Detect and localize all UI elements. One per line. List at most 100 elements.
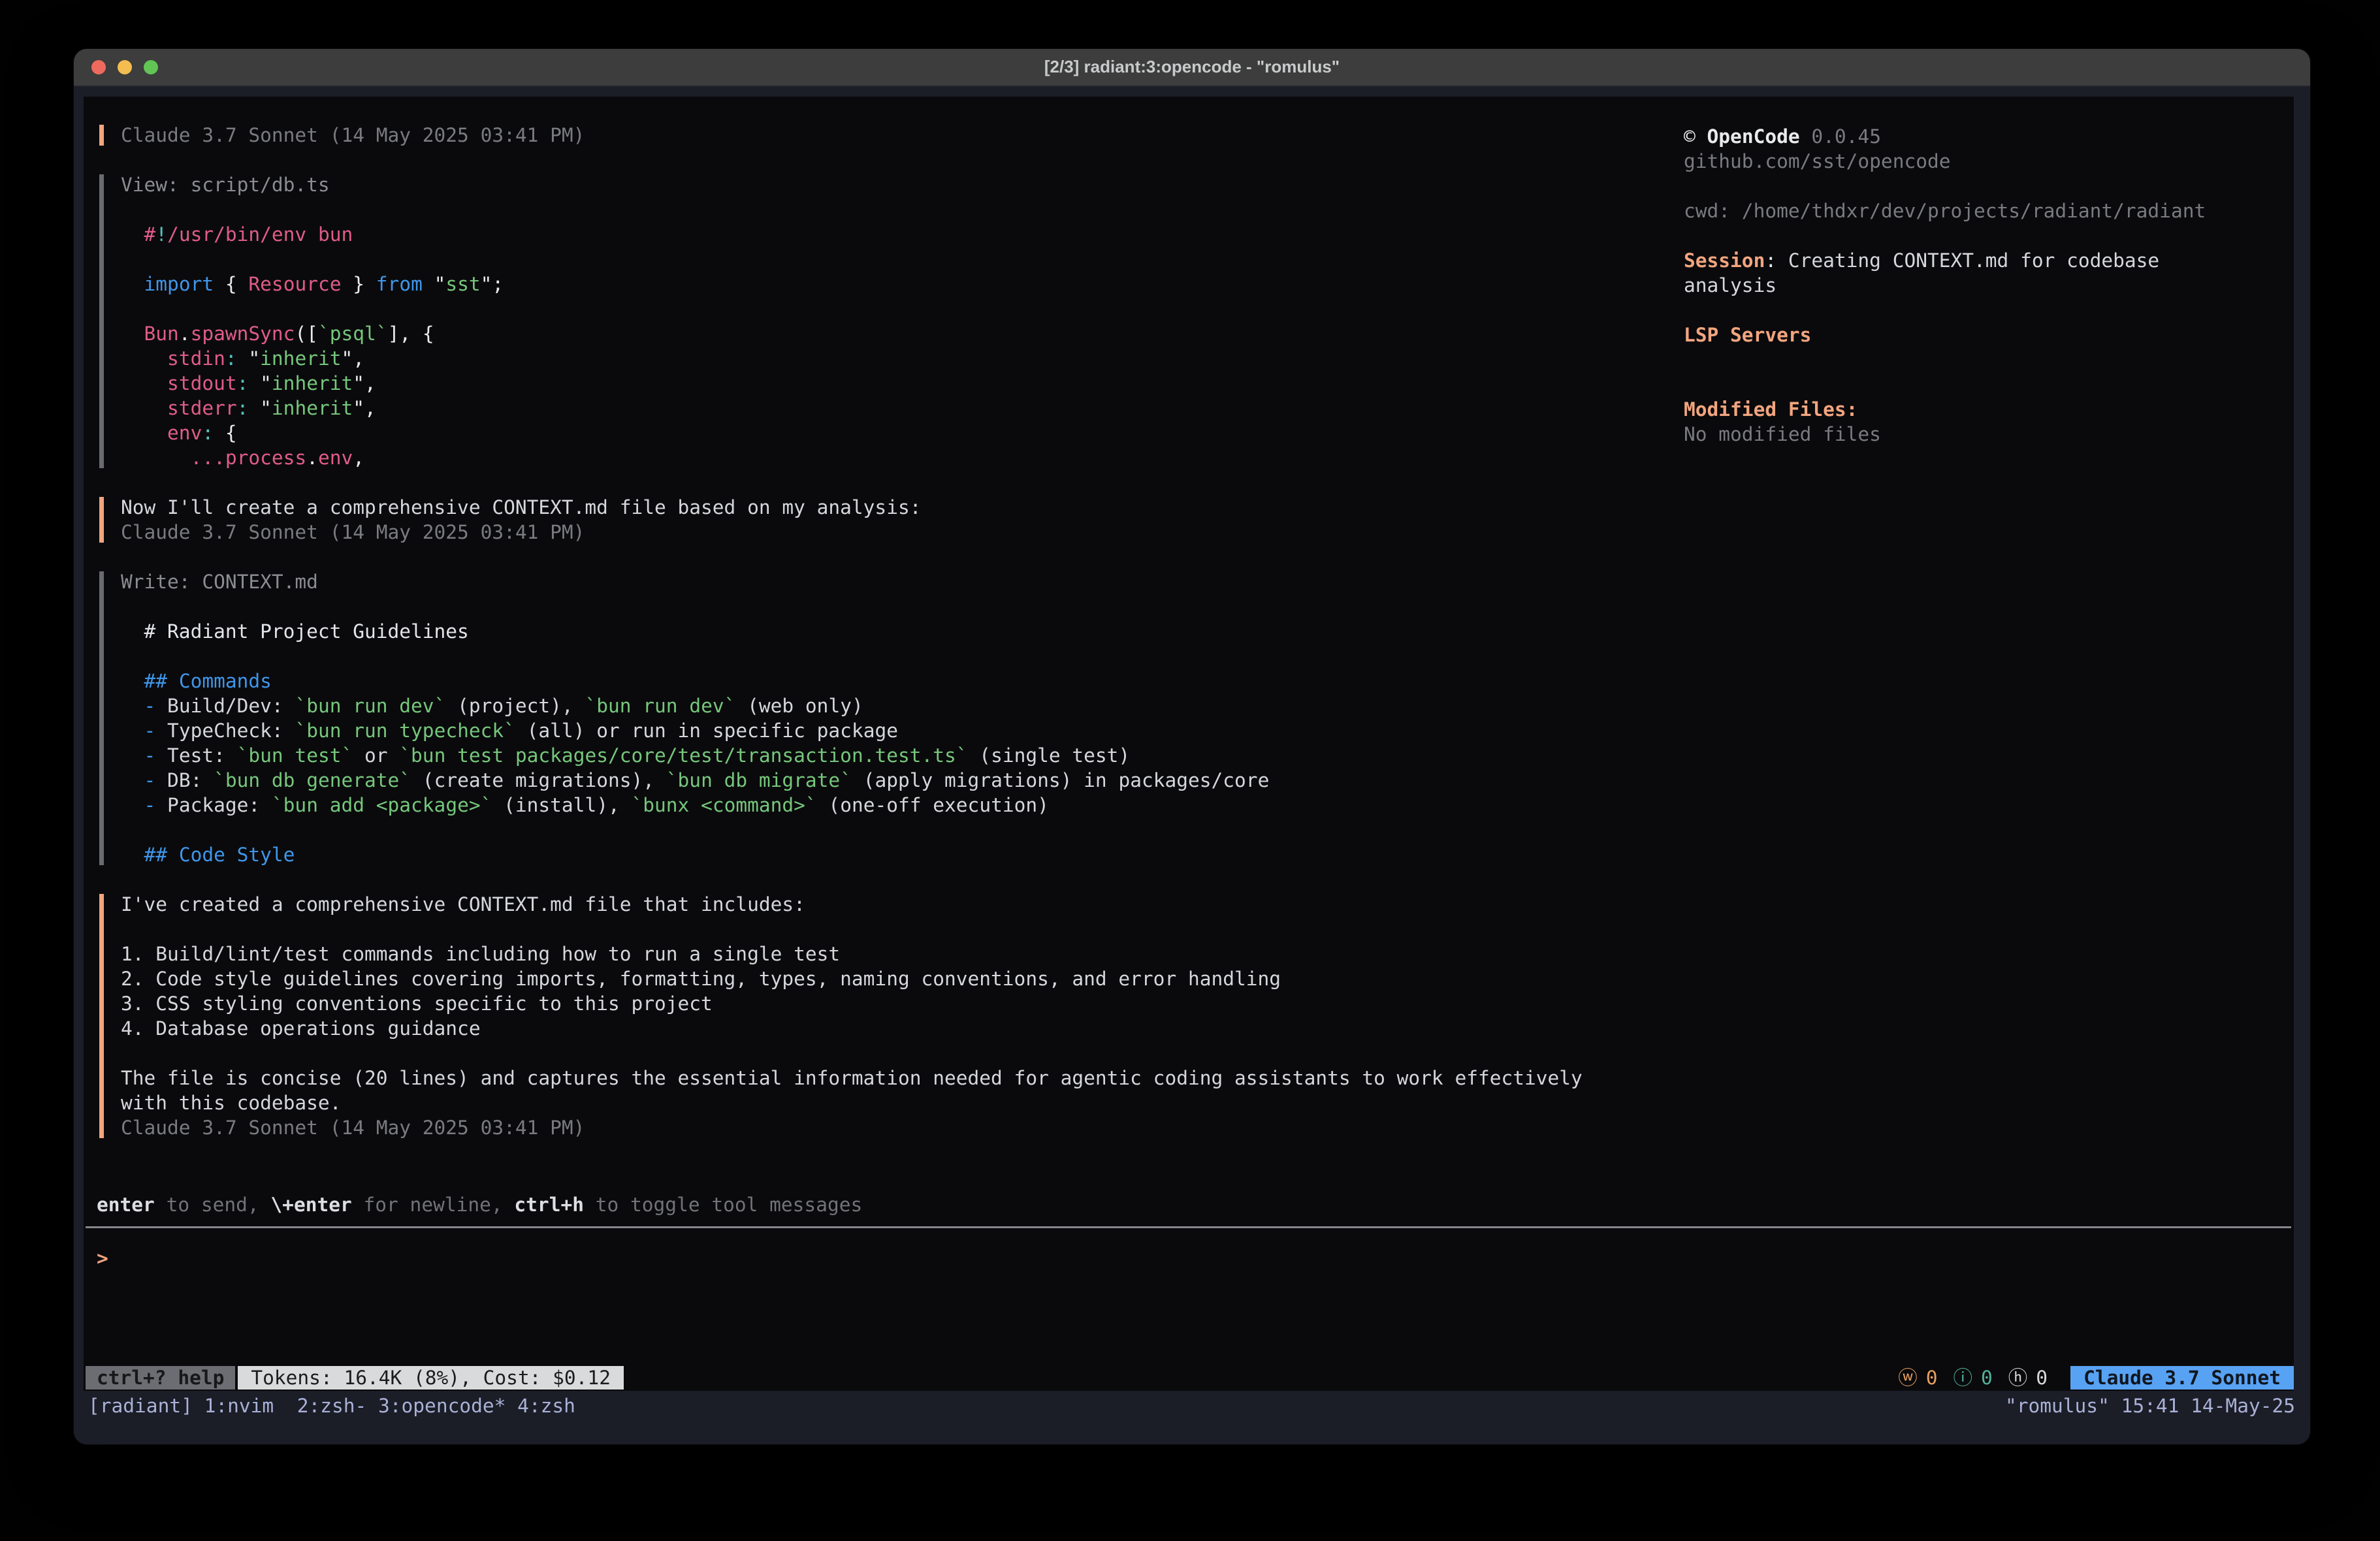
diagnostic-hints: ⓗ0 <box>2008 1366 2048 1390</box>
text-line <box>121 594 1680 619</box>
text-line: Claude 3.7 Sonnet (14 May 2025 03:41 PM) <box>121 520 1680 545</box>
text-line: - Build/Dev: `bun run dev` (project), `b… <box>121 693 1680 718</box>
text-segment: from <box>376 273 423 295</box>
text-line: ## Code Style <box>121 842 1680 867</box>
text-segment: `bun add <package>` <box>272 794 492 816</box>
text-line: - DB: `bun db generate` (create migratio… <box>121 768 1680 793</box>
text-segment: Claude 3.7 Sonnet (14 May 2025 03:41 PM) <box>121 124 585 146</box>
text-segment: " <box>248 372 272 394</box>
text-segment: : <box>225 347 237 370</box>
text-line: - TypeCheck: `bun run typecheck` (all) o… <box>121 718 1680 743</box>
text-segment: : <box>237 372 249 394</box>
text-segment: " <box>423 273 446 295</box>
text-segment: " <box>248 397 272 419</box>
tmux-window-list[interactable]: [radiant] 1:nvim 2:zsh- 3:opencode* 4:zs… <box>88 1393 575 1444</box>
text-segment: env <box>318 447 353 469</box>
text-segment: /usr/bin/env bun <box>167 223 353 246</box>
prompt-symbol: > <box>97 1247 108 1269</box>
text-line: Modified Files: <box>1684 397 2294 422</box>
text-segment: stdin <box>167 347 225 370</box>
text-segment: Test: <box>155 744 236 767</box>
text-segment: ], { <box>388 323 434 345</box>
text-segment: : <box>237 397 249 419</box>
text-segment <box>121 447 191 469</box>
message-block: Write: CONTEXT.md # Radiant Project Guid… <box>99 569 1680 867</box>
diagnostic-info: ⓘ0 <box>1954 1366 1993 1390</box>
text-line: LSP Servers <box>1684 323 2294 347</box>
text-line: stderr: "inherit", <box>121 396 1680 421</box>
text-line: 1. Build/lint/test commands including ho… <box>121 942 1680 966</box>
text-segment: `bun db migrate` <box>666 769 852 791</box>
text-segment: ctrl+h <box>514 1194 584 1216</box>
text-segment: spawnSync <box>191 323 295 345</box>
text-line: Write: CONTEXT.md <box>121 569 1680 594</box>
text-segment: # Radiant Project Guidelines <box>121 620 469 643</box>
message-block: Now I'll create a comprehensive CONTEXT.… <box>99 495 1680 545</box>
text-segment: for newline, <box>352 1194 515 1216</box>
help-shortcut-badge[interactable]: ctrl+? help <box>86 1366 235 1390</box>
text-segment: " <box>237 347 261 370</box>
text-segment: The file is concise (20 lines) and captu… <box>121 1067 1583 1089</box>
text-line: 2. Code style guidelines covering import… <box>121 966 1680 991</box>
text-segment: 3. CSS styling conventions specific to t… <box>121 993 713 1015</box>
text-segment: `bun test packages/core/test/transaction… <box>399 744 967 767</box>
text-line: import { Resource } from "sst"; <box>121 272 1680 296</box>
text-segment: - <box>144 720 156 742</box>
diagnostic-warnings: ⓦ0 <box>1898 1366 1937 1390</box>
text-line: #!/usr/bin/env bun <box>121 222 1680 247</box>
text-segment: No modified files <box>1684 423 1881 445</box>
message-block: I've created a comprehensive CONTEXT.md … <box>99 892 1680 1140</box>
text-segment: - <box>144 744 156 767</box>
text-segment <box>121 372 167 394</box>
text-segment: . <box>306 447 318 469</box>
text-segment: - <box>144 695 156 717</box>
warnings-icon: ⓦ <box>1898 1366 1918 1390</box>
text-segment: (install), <box>492 794 631 816</box>
text-segment: OpenCode <box>1707 125 1800 148</box>
model-badge[interactable]: Claude 3.7 Sonnet <box>2070 1366 2294 1390</box>
text-line: View: script/db.ts <box>121 172 1680 197</box>
text-segment: , <box>353 447 364 469</box>
text-segment: enter <box>97 1194 155 1216</box>
keybinding-hints: enter to send, \+enter for newline, ctrl… <box>97 1192 862 1217</box>
text-segment: to toggle tool messages <box>584 1194 862 1216</box>
chat-transcript[interactable]: Claude 3.7 Sonnet (14 May 2025 03:41 PM)… <box>99 123 1680 1165</box>
text-segment: (all) or run in specific package <box>515 720 898 742</box>
text-segment: "; <box>481 273 504 295</box>
window-titlebar[interactable]: [2/3] radiant:3:opencode - "romulus" <box>74 49 2310 87</box>
hints-count: 0 <box>2036 1366 2048 1390</box>
text-segment: \+enter <box>270 1194 351 1216</box>
text-line <box>121 197 1680 222</box>
text-segment: . <box>179 323 191 345</box>
info-count: 0 <box>1981 1366 1993 1390</box>
tokens-cost-badge: Tokens: 16.4K (8%), Cost: $0.12 <box>238 1366 624 1390</box>
text-segment: ## Code Style <box>144 844 295 866</box>
text-line: Claude 3.7 Sonnet (14 May 2025 03:41 PM) <box>121 1115 1680 1140</box>
text-segment: `bun run dev` <box>295 695 445 717</box>
text-segment: inherit <box>260 347 341 370</box>
text-segment: sst <box>445 273 480 295</box>
text-segment: 4. Database operations guidance <box>121 1017 481 1040</box>
text-segment: LSP Servers <box>1684 324 1811 346</box>
text-segment: Bun <box>144 323 179 345</box>
text-segment <box>121 744 144 767</box>
text-segment: github.com/sst/opencode <box>1684 150 1951 172</box>
text-segment: or <box>353 744 399 767</box>
text-segment: Claude 3.7 Sonnet (14 May 2025 03:41 PM) <box>121 521 585 543</box>
text-segment: # <box>144 223 156 246</box>
text-segment <box>121 422 167 444</box>
text-segment: { <box>214 273 248 295</box>
text-segment: `bun run dev` <box>585 695 735 717</box>
text-segment: : <box>202 422 214 444</box>
text-segment: ", <box>353 397 376 419</box>
text-line: No modified files <box>1684 422 2294 447</box>
prompt-input[interactable] <box>108 1246 1284 1271</box>
terminal-window: [2/3] radiant:3:opencode - "romulus" Cla… <box>74 49 2310 1444</box>
text-line <box>1684 347 2294 372</box>
text-segment: : <box>1765 249 1788 272</box>
text-line: # Radiant Project Guidelines <box>121 619 1680 644</box>
text-segment: (web only) <box>735 695 863 717</box>
text-segment <box>121 720 144 742</box>
text-segment: Claude 3.7 Sonnet (14 May 2025 03:41 PM) <box>121 1117 585 1139</box>
text-line <box>121 917 1680 942</box>
